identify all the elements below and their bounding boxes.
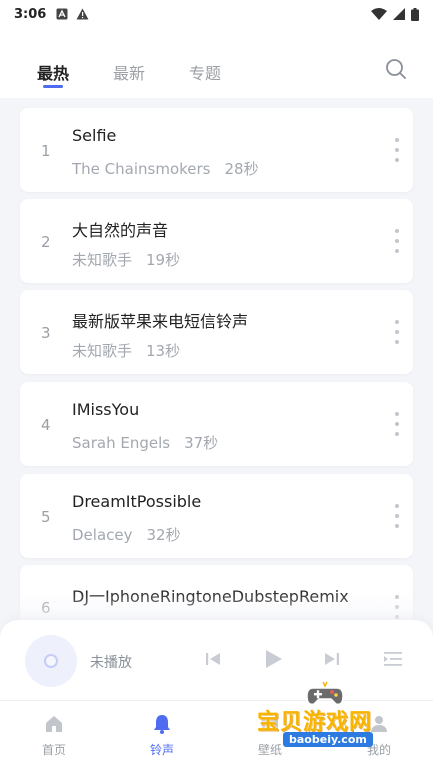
song-duration: 13秒 xyxy=(146,342,181,360)
more-options-icon[interactable] xyxy=(393,320,401,344)
nav-item-wallpaper[interactable]: 壁纸 xyxy=(240,713,300,758)
more-options-icon[interactable] xyxy=(393,504,401,528)
tab-indicator xyxy=(43,85,63,88)
song-duration: 19秒 xyxy=(146,251,181,269)
status-time: 3:06 xyxy=(14,6,47,22)
more-options-icon[interactable] xyxy=(393,138,401,162)
player-status: 未播放 xyxy=(90,655,132,671)
wifi-icon xyxy=(371,8,387,20)
profile-icon xyxy=(371,716,387,732)
battery-icon xyxy=(411,7,419,21)
song-meta: The Chainsmokers 28秒 xyxy=(72,158,259,179)
song-index: 1 xyxy=(41,142,51,160)
song-title: Selfie xyxy=(72,126,117,145)
wallpaper-icon xyxy=(262,717,278,731)
home-icon xyxy=(46,716,62,732)
header: 最热 最新 专题 xyxy=(0,28,433,98)
song-meta: 未知歌手 13秒 xyxy=(72,340,180,361)
nav-label-wallpaper: 壁纸 xyxy=(257,743,282,757)
list-item[interactable]: 3 最新版苹果来电短信铃声 未知歌手 13秒 xyxy=(20,290,413,374)
nav-item-home[interactable]: 首页 xyxy=(24,713,84,758)
song-index: 5 xyxy=(41,508,51,526)
previous-icon[interactable] xyxy=(204,650,222,668)
bottom-nav: 首页 铃声 壁纸 我的 xyxy=(0,700,433,771)
signal-icon xyxy=(393,8,405,20)
song-artist: The Chainsmokers xyxy=(72,160,211,178)
song-index: 2 xyxy=(41,233,51,251)
tab-topics[interactable]: 专题 xyxy=(189,60,221,84)
nav-item-ringtones[interactable]: 铃声 xyxy=(132,713,192,758)
song-index: 4 xyxy=(41,416,51,434)
song-title: 最新版苹果来电短信铃声 xyxy=(72,312,249,331)
song-duration: 37秒 xyxy=(184,434,219,452)
play-icon[interactable] xyxy=(262,648,284,670)
list-item[interactable]: 4 IMissYou Sarah Engels 37秒 xyxy=(20,382,413,466)
next-icon[interactable] xyxy=(323,650,341,668)
song-duration: 32秒 xyxy=(146,526,181,544)
mini-player: 未播放 xyxy=(0,620,433,700)
nav-label-home: 首页 xyxy=(41,743,66,757)
song-artist: 未知歌手 xyxy=(72,342,133,360)
song-artist: Delacey xyxy=(72,526,133,544)
warning-icon xyxy=(76,8,89,20)
song-meta: Sarah Engels 37秒 xyxy=(72,432,218,453)
nav-label-ringtones: 铃声 xyxy=(149,743,174,757)
tab-newest[interactable]: 最新 xyxy=(113,60,145,84)
tab-hottest[interactable]: 最热 xyxy=(37,60,69,84)
song-artist: 未知歌手 xyxy=(72,251,133,269)
song-meta: Delacey 32秒 xyxy=(72,524,181,545)
bell-icon xyxy=(154,715,170,734)
song-duration: 28秒 xyxy=(224,160,259,178)
song-index: 3 xyxy=(41,324,51,342)
more-options-icon[interactable] xyxy=(393,229,401,253)
list-item[interactable]: 1 Selfie The Chainsmokers 28秒 xyxy=(20,108,413,192)
song-meta: 未知歌手 19秒 xyxy=(72,249,180,270)
list-item[interactable]: 5 DreamItPossible Delacey 32秒 xyxy=(20,474,413,558)
song-title: IMissYou xyxy=(72,400,140,419)
search-icon[interactable] xyxy=(385,58,407,80)
nav-item-profile[interactable]: 我的 xyxy=(349,713,409,758)
nav-label-profile: 我的 xyxy=(366,743,391,757)
status-bar: 3:06 xyxy=(0,0,433,28)
playlist-icon[interactable] xyxy=(383,650,403,668)
song-title: DreamItPossible xyxy=(72,492,202,511)
notification-a-icon xyxy=(56,8,68,20)
album-disc-icon[interactable] xyxy=(25,635,77,687)
song-title: 大自然的声音 xyxy=(72,221,169,240)
song-artist: Sarah Engels xyxy=(72,434,171,452)
more-options-icon[interactable] xyxy=(393,412,401,436)
list-item[interactable]: 2 大自然的声音 未知歌手 19秒 xyxy=(20,199,413,283)
